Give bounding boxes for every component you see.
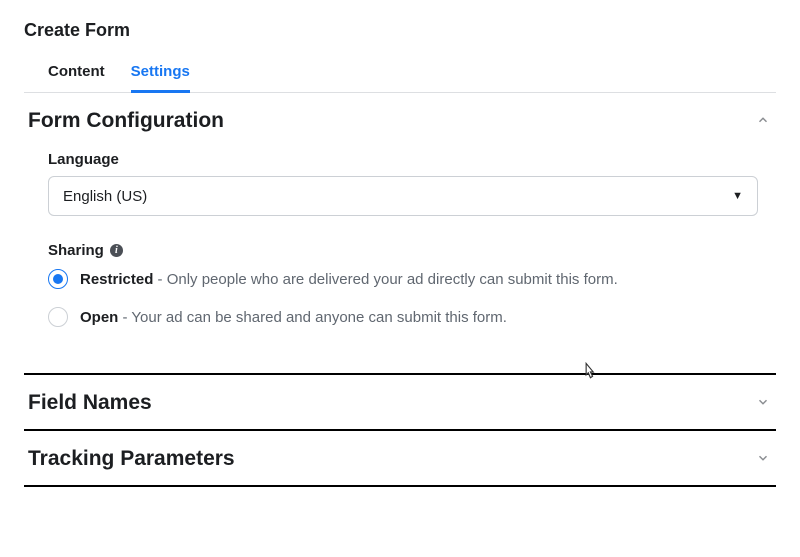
tab-content[interactable]: Content [48, 63, 105, 92]
radio-icon [48, 269, 68, 289]
radio-label: Restricted - Only people who are deliver… [80, 271, 618, 288]
language-select[interactable]: English (US) ▼ [48, 176, 758, 216]
chevron-down-icon [756, 451, 770, 468]
radio-icon [48, 307, 68, 327]
page-title: Create Form [24, 20, 776, 41]
radio-option-open[interactable]: Open - Your ad can be shared and anyone … [48, 307, 776, 327]
section-title: Tracking Parameters [28, 447, 235, 471]
radio-label: Open - Your ad can be shared and anyone … [80, 309, 507, 326]
section-title: Field Names [28, 391, 152, 415]
radio-option-restricted[interactable]: Restricted - Only people who are deliver… [48, 269, 776, 289]
chevron-up-icon [756, 113, 770, 130]
form-configuration-body: Language English (US) ▼ Sharing i Restri… [24, 147, 776, 367]
caret-down-icon: ▼ [732, 190, 743, 202]
language-label: Language [48, 151, 776, 168]
chevron-down-icon [756, 395, 770, 412]
sharing-label: Sharing i [48, 242, 776, 259]
section-title: Form Configuration [28, 109, 224, 133]
tabs: Content Settings [24, 63, 776, 93]
info-icon[interactable]: i [110, 244, 123, 257]
section-header-field-names[interactable]: Field Names [24, 375, 776, 431]
language-value: English (US) [63, 188, 147, 205]
section-header-tracking-parameters[interactable]: Tracking Parameters [24, 431, 776, 487]
section-header-form-configuration[interactable]: Form Configuration [24, 93, 776, 147]
tab-settings[interactable]: Settings [131, 63, 190, 93]
